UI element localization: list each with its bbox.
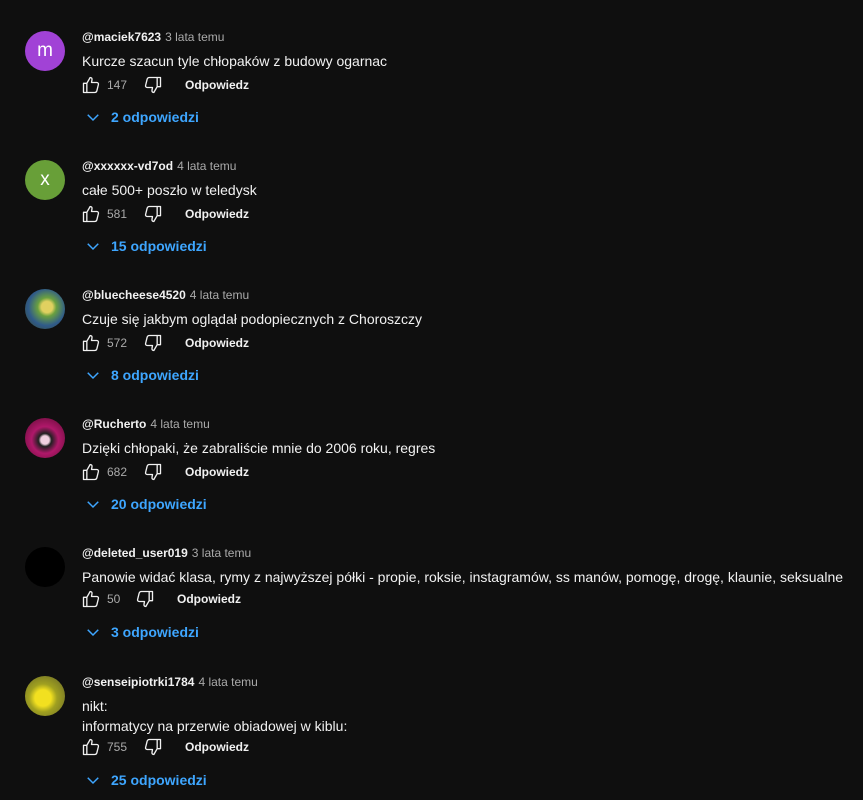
thumbs-down-icon bbox=[136, 590, 154, 608]
dislike-button[interactable] bbox=[133, 587, 157, 611]
avatar[interactable]: x bbox=[25, 160, 65, 200]
like-button[interactable] bbox=[79, 587, 103, 611]
like-count: 572 bbox=[107, 336, 128, 350]
comment-time[interactable]: 4 lata temu bbox=[150, 417, 209, 431]
thumbs-up-icon bbox=[82, 205, 100, 223]
show-replies-button[interactable]: 25 odpowiedzi bbox=[84, 768, 207, 792]
dislike-button[interactable] bbox=[141, 331, 165, 355]
reply-button[interactable]: Odpowiedz bbox=[177, 592, 241, 606]
comment-text: całe 500+ poszło w teledysk bbox=[82, 182, 257, 198]
comment-time[interactable]: 4 lata temu bbox=[190, 288, 249, 302]
dislike-button[interactable] bbox=[141, 735, 165, 759]
avatar-letter: m bbox=[37, 40, 53, 61]
thumbs-down-icon bbox=[144, 76, 162, 94]
thumbs-down-icon bbox=[144, 738, 162, 756]
chevron-down-icon bbox=[87, 114, 99, 122]
comment-author[interactable]: @Rucherto bbox=[82, 417, 146, 431]
comment-header: @maciek7623 3 lata temu bbox=[82, 30, 224, 44]
show-replies-button[interactable]: 3 odpowiedzi bbox=[84, 620, 199, 644]
show-replies-button[interactable]: 8 odpowiedzi bbox=[84, 363, 199, 387]
chevron-down-icon bbox=[87, 501, 99, 509]
like-count: 682 bbox=[107, 465, 128, 479]
comment-actions: 50 Odpowiedz bbox=[79, 587, 241, 611]
comment-header: @xxxxxx-vd7od 4 lata temu bbox=[82, 159, 236, 173]
comment-actions: 572 Odpowiedz bbox=[79, 331, 249, 355]
avatar[interactable]: m bbox=[25, 31, 65, 71]
avatar[interactable] bbox=[25, 289, 65, 329]
show-replies-button[interactable]: 15 odpowiedzi bbox=[84, 234, 207, 258]
avatar[interactable] bbox=[25, 418, 65, 458]
comment-actions: 581 Odpowiedz bbox=[79, 202, 249, 226]
replies-count: 15 odpowiedzi bbox=[111, 238, 207, 254]
replies-count: 3 odpowiedzi bbox=[111, 624, 199, 640]
thumbs-down-icon bbox=[144, 463, 162, 481]
comment-time[interactable]: 3 lata temu bbox=[165, 30, 224, 44]
comment-text: Panowie widać klasa, rymy z najwyższej p… bbox=[82, 569, 844, 585]
comment-header: @deleted_user019 3 lata temu bbox=[82, 546, 251, 560]
comment-time[interactable]: 4 lata temu bbox=[177, 159, 236, 173]
comment-author[interactable]: @senseipiotrki1784 bbox=[82, 675, 194, 689]
like-button[interactable] bbox=[79, 331, 103, 355]
replies-count: 8 odpowiedzi bbox=[111, 367, 199, 383]
reply-button[interactable]: Odpowiedz bbox=[185, 336, 249, 350]
like-button[interactable] bbox=[79, 460, 103, 484]
comment-text: Kurcze szacun tyle chłopaków z budowy og… bbox=[82, 53, 388, 69]
avatar[interactable] bbox=[25, 547, 65, 587]
thumbs-down-icon bbox=[144, 334, 162, 352]
like-button[interactable] bbox=[79, 735, 103, 759]
like-count: 50 bbox=[107, 592, 121, 606]
comment-author[interactable]: @maciek7623 bbox=[82, 30, 161, 44]
comment-header: @senseipiotrki1784 4 lata temu bbox=[82, 675, 258, 689]
comment-text: Dzięki chłopaki, że zabraliście mnie do … bbox=[82, 440, 436, 456]
comment-author[interactable]: @bluecheese4520 bbox=[82, 288, 186, 302]
comment-text: Czuje się jakbym oglądał podopiecznych z… bbox=[82, 311, 423, 327]
show-replies-button[interactable]: 2 odpowiedzi bbox=[84, 105, 199, 129]
chevron-down-icon bbox=[87, 243, 99, 251]
avatar[interactable] bbox=[25, 676, 65, 716]
chevron-down-icon bbox=[87, 372, 99, 380]
like-count: 755 bbox=[107, 740, 128, 754]
comment-actions: 755 Odpowiedz bbox=[79, 735, 249, 759]
like-button[interactable] bbox=[79, 73, 103, 97]
thumbs-up-icon bbox=[82, 463, 100, 481]
comment-time[interactable]: 3 lata temu bbox=[192, 546, 251, 560]
avatar-letter: x bbox=[40, 169, 50, 190]
reply-button[interactable]: Odpowiedz bbox=[185, 207, 249, 221]
reply-button[interactable]: Odpowiedz bbox=[185, 465, 249, 479]
like-count: 147 bbox=[107, 78, 128, 92]
thumbs-up-icon bbox=[82, 334, 100, 352]
comment-actions: 147 Odpowiedz bbox=[79, 73, 249, 97]
reply-button[interactable]: Odpowiedz bbox=[185, 740, 249, 754]
replies-count: 20 odpowiedzi bbox=[111, 496, 207, 512]
like-count: 581 bbox=[107, 207, 128, 221]
chevron-down-icon bbox=[87, 777, 99, 785]
show-replies-button[interactable]: 20 odpowiedzi bbox=[84, 492, 207, 516]
like-button[interactable] bbox=[79, 202, 103, 226]
thumbs-up-icon bbox=[82, 590, 100, 608]
dislike-button[interactable] bbox=[141, 73, 165, 97]
comment-time[interactable]: 4 lata temu bbox=[198, 675, 257, 689]
replies-count: 25 odpowiedzi bbox=[111, 772, 207, 788]
comment-actions: 682 Odpowiedz bbox=[79, 460, 249, 484]
comment-author[interactable]: @deleted_user019 bbox=[82, 546, 188, 560]
comment-header: @bluecheese4520 4 lata temu bbox=[82, 288, 249, 302]
thumbs-up-icon bbox=[82, 738, 100, 756]
reply-button[interactable]: Odpowiedz bbox=[185, 78, 249, 92]
dislike-button[interactable] bbox=[141, 202, 165, 226]
chevron-down-icon bbox=[87, 629, 99, 637]
replies-count: 2 odpowiedzi bbox=[111, 109, 199, 125]
thumbs-up-icon bbox=[82, 76, 100, 94]
comment-author[interactable]: @xxxxxx-vd7od bbox=[82, 159, 173, 173]
thumbs-down-icon bbox=[144, 205, 162, 223]
comment-header: @Rucherto 4 lata temu bbox=[82, 417, 210, 431]
comment-text: nikt: informatycy na przerwie obiadowej … bbox=[82, 698, 348, 734]
dislike-button[interactable] bbox=[141, 460, 165, 484]
